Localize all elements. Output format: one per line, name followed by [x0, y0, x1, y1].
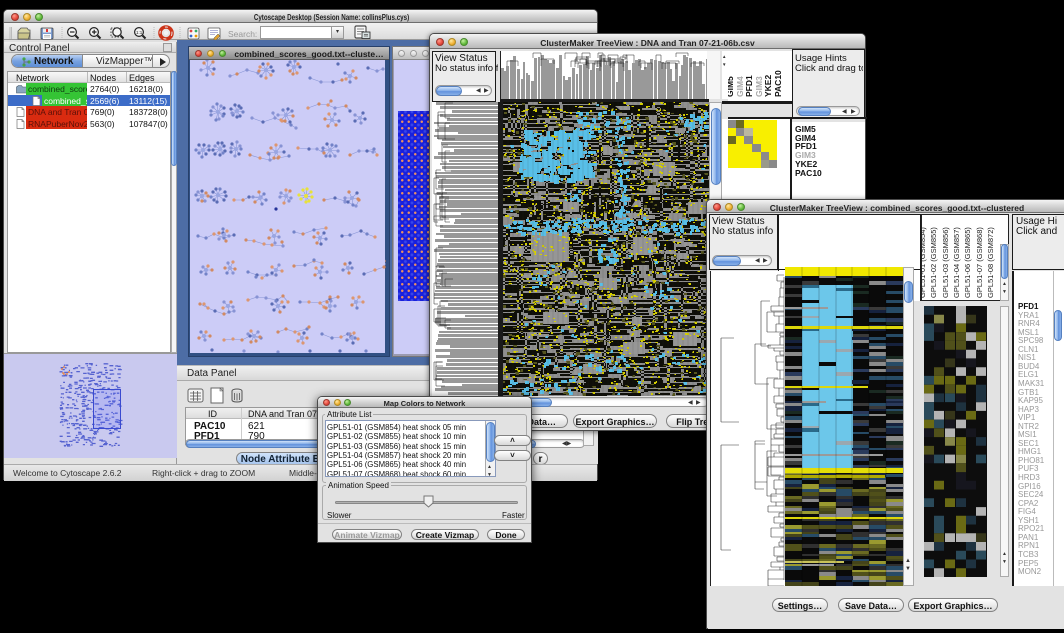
svg-text:1:1: 1:1	[136, 30, 143, 35]
